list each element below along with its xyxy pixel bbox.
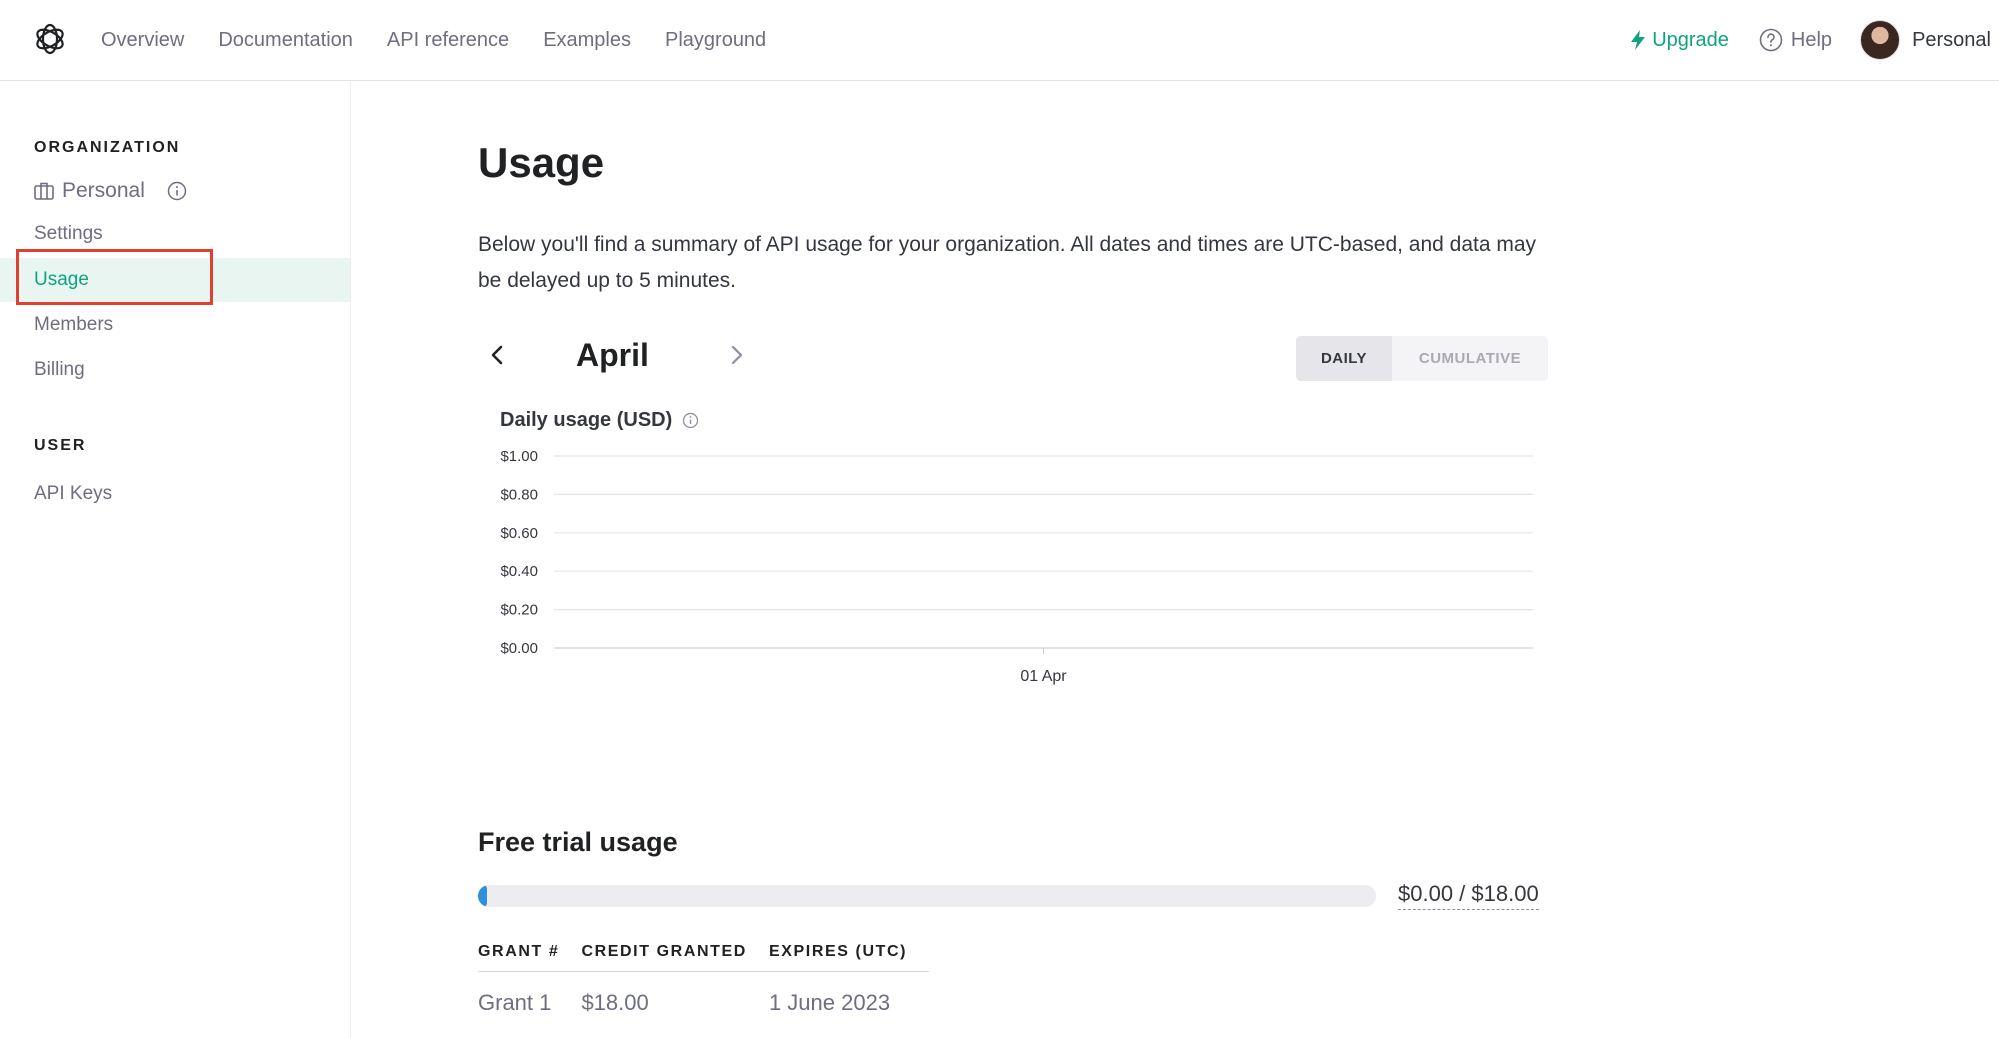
sidebar-item-api-keys[interactable]: API Keys [0,472,350,516]
grant-name-cell: Grant 1 [478,990,552,1015]
nav-examples[interactable]: Examples [543,29,631,52]
free-trial-progress-bar [478,885,1376,907]
chart-title: Daily usage (USD) [500,409,673,431]
y-tick-label: $0.80 [500,486,538,503]
sidebar-item-settings[interactable]: Settings [0,212,350,256]
help-icon [1759,28,1783,52]
organization-heading: ORGANIZATION [34,139,181,156]
help-label: Help [1790,28,1833,51]
briefcase-icon [34,182,54,200]
cumulative-toggle-button[interactable]: CUMULATIVE [1392,336,1548,381]
organization-name: Personal [62,179,145,202]
upgrade-label: Upgrade [1652,28,1729,51]
chart-info-icon[interactable] [682,412,699,429]
free-trial-progress-text[interactable]: $0.00 / $18.00 [1398,881,1539,910]
upgrade-button[interactable]: Upgrade [1630,29,1729,52]
column-header-expires: EXPIRES (UTC) [768,933,930,972]
chevron-right-icon[interactable] [722,341,750,369]
usage-chart: $0.00 $0.20 $0.40 $0.60 $0.80 $1.00 01 Apr [500,451,1533,685]
sidebar-item-usage[interactable]: Usage [0,258,350,302]
table-row: Grant 1 $18.00 1 June 2023 [478,972,929,1017]
info-icon[interactable] [167,181,187,201]
chevron-left-icon[interactable] [484,341,512,369]
sidebar-item-members[interactable]: Members [0,303,350,347]
nav-right: Upgrade Help Personal [1630,0,1991,80]
x-tick-label: 01 Apr [1020,668,1067,685]
nav-api-reference[interactable]: API reference [387,29,509,52]
view-toggle: DAILY CUMULATIVE [1296,336,1548,381]
organization-row: Personal [34,179,187,203]
month-label: April [576,337,649,373]
y-tick-label: $1.00 [500,451,538,465]
chart-header: Daily usage (USD) [500,409,699,432]
month-navigator: April DAILY CUMULATIVE [478,331,1548,381]
help-button[interactable]: Help [1759,28,1832,52]
sidebar-item-label: API Keys [34,483,113,504]
daily-toggle-button[interactable]: DAILY [1296,336,1392,381]
sidebar-item-label: Settings [34,223,103,244]
lightning-icon [1631,30,1646,50]
nav-overview[interactable]: Overview [101,29,184,52]
expires-cell: 1 June 2023 [768,990,891,1015]
nav-playground[interactable]: Playground [665,29,766,52]
page-description: Below you'll find a summary of API usage… [478,233,1537,292]
nav-links: Overview Documentation API reference Exa… [101,0,766,80]
credit-granted-cell: $18.00 [581,990,649,1015]
user-heading: USER [34,437,87,454]
grants-table: GRANT # CREDIT GRANTED EXPIRES (UTC) Gra… [478,933,930,1017]
top-nav: Overview Documentation API reference Exa… [0,0,1999,81]
sidebar-item-billing[interactable]: Billing [0,348,350,392]
sidebar-item-label: Usage [34,269,89,290]
profile-menu[interactable]: Personal [1860,20,1991,60]
sidebar: ORGANIZATION Personal Settings Usage Mem… [0,81,351,1038]
avatar [1860,20,1901,60]
nav-documentation[interactable]: Documentation [218,29,353,52]
column-header-credit-granted: CREDIT GRANTED [581,933,769,972]
sidebar-item-label: Members [34,314,114,335]
y-tick-label: $0.20 [500,602,538,619]
y-tick-label: $0.60 [500,525,538,542]
free-trial-title: Free trial usage [478,827,678,857]
profile-label: Personal [1912,28,1991,51]
free-trial-progress-fill [478,885,487,907]
page-title: Usage [478,139,605,186]
y-tick-label: $0.40 [500,563,538,580]
y-tick-label: $0.00 [500,640,538,657]
column-header-grant: GRANT # [478,933,582,972]
sidebar-item-label: Billing [34,359,85,380]
openai-logo-icon[interactable] [32,21,68,57]
table-header-row: GRANT # CREDIT GRANTED EXPIRES (UTC) [478,933,930,972]
